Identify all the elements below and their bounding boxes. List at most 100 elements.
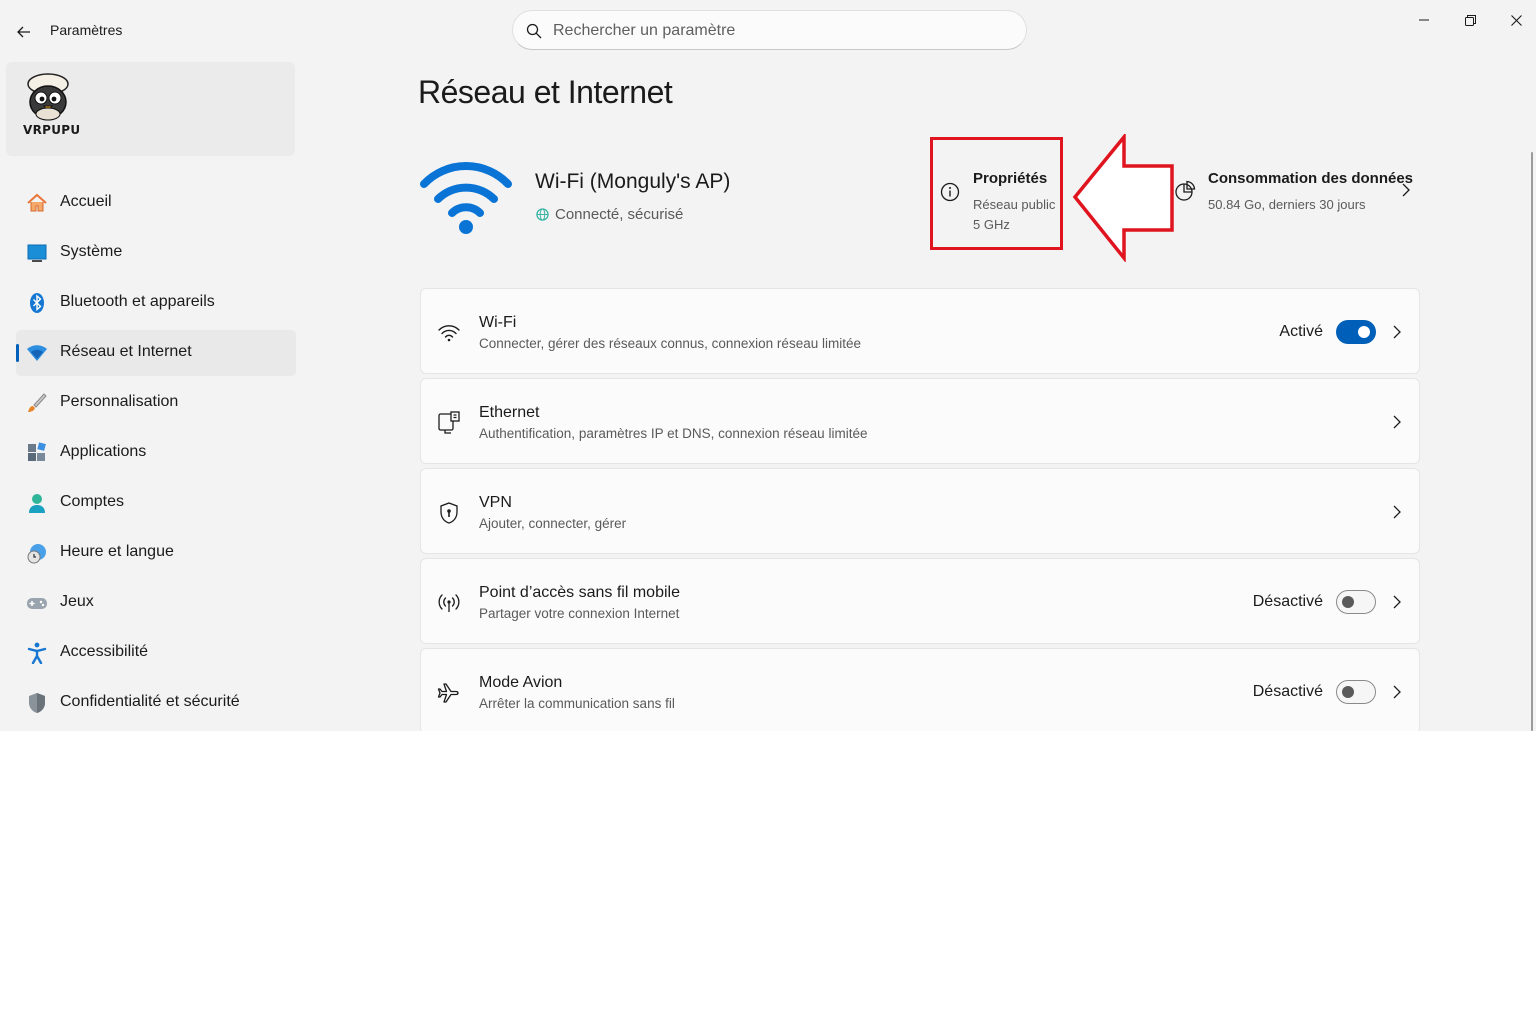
properties-network-type: Réseau public [973, 197, 1056, 212]
card-state: Désactivé [1252, 593, 1323, 610]
pie-chart-icon [1175, 180, 1196, 201]
search-box[interactable] [512, 10, 1027, 50]
toggle-knob [1358, 326, 1370, 338]
chevron-right-icon [1393, 505, 1401, 519]
system-icon [27, 244, 47, 262]
close-icon [1510, 14, 1522, 26]
wifi-icon [438, 325, 460, 342]
card-subtitle: Authentification, paramètres IP et DNS, … [479, 426, 868, 441]
vpn-shield-icon [440, 502, 458, 524]
sidebar-nav: Accueil Système Bluetooth et appareils R… [16, 180, 296, 730]
restore-icon [1464, 14, 1476, 26]
properties-band: 5 GHz [973, 217, 1010, 232]
sidebar-item-label: Heure et langue [60, 543, 174, 560]
title-bar: Paramètres [0, 0, 1536, 62]
card-subtitle: Connecter, gérer des réseaux connus, con… [479, 336, 861, 351]
sidebar-item-systeme[interactable]: Système [16, 230, 296, 276]
sidebar-item-label: Système [60, 243, 123, 260]
profile-card[interactable]: VRPUPU [6, 62, 295, 156]
card-title: Wi-Fi [479, 314, 517, 331]
ethernet-icon [438, 411, 460, 434]
hotspot-card[interactable]: Point d’accès sans fil mobile Partager v… [420, 558, 1420, 644]
sidebar-item-confidentialite[interactable]: Confidentialité et sécurité [16, 680, 296, 726]
chevron-right-icon [1402, 183, 1410, 197]
page-title: Réseau et Internet [418, 74, 673, 110]
airplane-icon [437, 683, 459, 703]
brush-icon [28, 393, 47, 412]
card-subtitle: Arrêter la communication sans fil [479, 696, 675, 711]
restore-button[interactable] [1447, 6, 1493, 34]
sidebar-item-label: Réseau et Internet [60, 343, 192, 360]
home-icon [27, 193, 47, 212]
bluetooth-icon [30, 293, 44, 313]
accessibility-icon [27, 642, 47, 664]
network-name: Wi-Fi (Monguly's AP) [535, 170, 731, 193]
sidebar-item-label: Jeux [60, 593, 94, 610]
airplane-mode-card[interactable]: Mode Avion Arrêter la communication sans… [420, 648, 1420, 731]
info-icon [940, 182, 960, 202]
network-status: Connecté, sécurisé [536, 206, 683, 223]
card-subtitle: Ajouter, connecter, gérer [479, 516, 627, 531]
shield-icon [29, 693, 45, 713]
sidebar-item-label: Comptes [60, 493, 125, 510]
sidebar-item-label: Applications [60, 443, 147, 460]
sidebar-item-label: Confidentialité et sécurité [60, 693, 240, 710]
sidebar-item-bluetooth[interactable]: Bluetooth et appareils [16, 280, 296, 326]
sidebar-item-reseau[interactable]: Réseau et Internet [16, 330, 296, 376]
data-usage-subtitle: 50.84 Go, derniers 30 jours [1208, 197, 1366, 212]
chevron-right-icon [1393, 325, 1401, 339]
search-input[interactable] [553, 19, 1013, 43]
wifi-card[interactable]: Wi-Fi Connecter, gérer des réseaux connu… [420, 288, 1420, 374]
wifi-signal-icon [420, 162, 512, 234]
close-button[interactable] [1493, 6, 1536, 34]
network-icon [27, 345, 47, 361]
sidebar-item-jeux[interactable]: Jeux [16, 580, 296, 626]
sidebar-item-accueil[interactable]: Accueil [16, 180, 296, 226]
card-title: Point d’accès sans fil mobile [479, 584, 680, 601]
vpn-card[interactable]: VPN Ajouter, connecter, gérer [420, 468, 1420, 554]
scrollbar[interactable] [1531, 152, 1533, 731]
hotspot-icon [438, 594, 460, 612]
sidebar-item-applications[interactable]: Applications [16, 430, 296, 476]
data-usage-title: Consommation des données [1208, 170, 1414, 187]
sidebar-item-label: Accueil [60, 193, 112, 210]
globe-icon [536, 208, 549, 221]
chevron-right-icon [1393, 415, 1401, 429]
sidebar-item-comptes[interactable]: Comptes [16, 480, 296, 526]
card-state: Désactivé [1252, 683, 1323, 700]
card-title: Mode Avion [479, 674, 563, 691]
chevron-right-icon [1393, 685, 1401, 699]
toggle-knob [1342, 686, 1354, 698]
network-settings-list: Wi-Fi Connecter, gérer des réseaux connu… [420, 288, 1420, 731]
apps-icon [28, 442, 46, 461]
sidebar-item-heure-langue[interactable]: Heure et langue [16, 530, 296, 576]
back-button[interactable] [10, 18, 38, 46]
sidebar-item-label: Bluetooth et appareils [60, 293, 215, 310]
properties-title: Propriétés [973, 170, 1048, 187]
card-title: VPN [479, 494, 512, 511]
back-arrow-icon [17, 26, 30, 38]
app-title: Paramètres [50, 22, 123, 38]
search-icon [526, 23, 542, 39]
card-title: Ethernet [479, 404, 540, 421]
chevron-right-icon [1393, 595, 1401, 609]
airplane-mode-toggle[interactable] [1336, 680, 1376, 704]
account-icon [29, 494, 45, 513]
data-usage-button[interactable]: Consommation des données 50.84 Go, derni… [1174, 166, 1420, 222]
profile-name: VRPUPU [23, 123, 81, 137]
card-state: Activé [1279, 323, 1323, 340]
ethernet-card[interactable]: Ethernet Authentification, paramètres IP… [420, 378, 1420, 464]
minimize-icon [1419, 19, 1429, 21]
toggle-knob [1342, 596, 1354, 608]
network-status-text: Connecté, sécurisé [555, 206, 684, 223]
settings-window: Paramètres VRPUPU [0, 0, 1536, 731]
time-language-icon [27, 544, 46, 564]
sidebar-item-personnalisation[interactable]: Personnalisation [16, 380, 296, 426]
card-subtitle: Partager votre connexion Internet [479, 606, 680, 621]
hotspot-toggle[interactable] [1336, 590, 1376, 614]
wifi-toggle[interactable] [1336, 320, 1376, 344]
gamepad-icon [27, 598, 47, 609]
sidebar-item-accessibilite[interactable]: Accessibilité [16, 630, 296, 676]
properties-button[interactable]: Propriétés Réseau public 5 GHz [930, 137, 1063, 250]
minimize-button[interactable] [1401, 6, 1447, 34]
